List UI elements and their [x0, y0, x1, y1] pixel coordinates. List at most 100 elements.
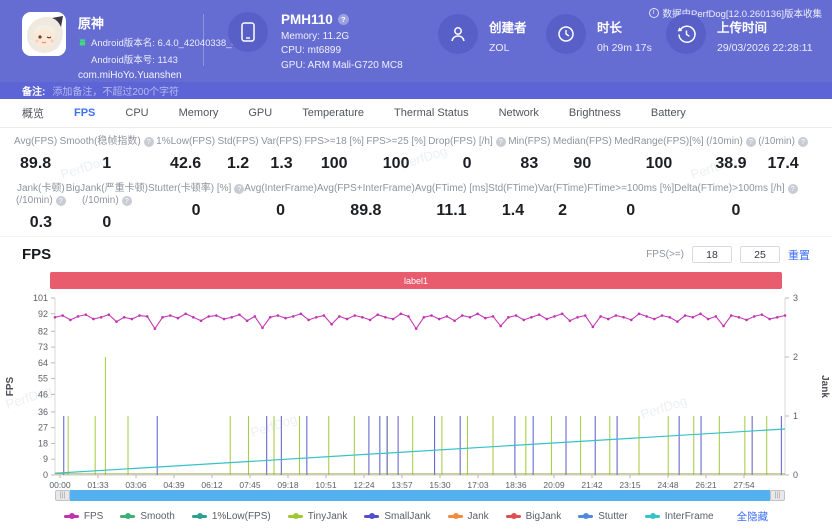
app-package: com.miHoYo.Yuanshen — [78, 70, 250, 81]
legend-marker — [364, 515, 379, 518]
stat-cell: Avg(FPS) 89.8 — [14, 136, 57, 173]
question-mark-icon[interactable]: ? — [788, 184, 798, 194]
clock-icon — [546, 14, 586, 54]
question-mark-icon[interactable]: ? — [56, 196, 66, 206]
stat-cell: Median(FPS)90 — [553, 136, 612, 173]
stat-cell: MedRange(FPS)[%]100 — [614, 136, 703, 173]
legend-label: 1%Low(FPS) — [212, 511, 271, 522]
stat-value: 42.6 — [156, 155, 215, 173]
legend-label: Smooth — [140, 511, 174, 522]
upload-time-label: 上传时间 — [717, 17, 813, 36]
legend-label: TinyJank — [308, 511, 348, 522]
svg-text:06:12: 06:12 — [201, 480, 223, 488]
app-icon — [22, 12, 66, 56]
fps-threshold-input-1[interactable] — [692, 246, 732, 263]
fps-stats-panel: Avg(FPS) 89.8Smooth(稳帧指数)?11%Low(FPS) 42.6… — [0, 128, 832, 236]
legend-label: SmallJank — [384, 511, 430, 522]
tab-network[interactable]: Network — [499, 107, 539, 119]
tab-gpu[interactable]: GPU — [248, 107, 272, 119]
duration-block: 时长 0h 29m 17s — [546, 14, 652, 54]
legend-item-smalljank[interactable]: SmallJank — [364, 511, 430, 522]
legend-marker — [506, 515, 521, 518]
tab-概览[interactable]: 概览 — [22, 105, 44, 121]
note-label: 备注: — [22, 83, 45, 98]
svg-text:10:51: 10:51 — [315, 480, 337, 488]
svg-text:23:15: 23:15 — [619, 480, 641, 488]
stat-value: 100 — [304, 155, 363, 173]
question-mark-icon[interactable]: ? — [234, 184, 244, 194]
range-handle-right grip-icon[interactable]: ||| — [770, 490, 785, 501]
stat-cell: Std(FTime)1.4 — [488, 183, 538, 232]
question-mark-icon[interactable]: ? — [144, 137, 154, 147]
stat-value: 11.1 — [415, 202, 488, 220]
stats-row-2: Jank(卡顿)(/10min)?0.3BigJank(严重卡顿)(/10min… — [0, 173, 832, 232]
question-mark-icon[interactable]: ? — [338, 14, 349, 25]
stat-value: 0 — [244, 202, 317, 220]
svg-text:101: 101 — [33, 293, 48, 303]
stat-value: 38.9 — [706, 155, 756, 173]
legend-item-interframe[interactable]: InterFrame — [645, 511, 714, 522]
stat-label: Avg(FPS) — [14, 136, 57, 148]
range-scrollbar-track[interactable] — [70, 490, 770, 501]
stat-value: 100 — [366, 155, 425, 173]
stat-value: 100 — [614, 155, 703, 173]
note-bar[interactable]: 备注: 添加备注，不超过200个字符 — [0, 82, 832, 99]
svg-text:04:39: 04:39 — [163, 480, 185, 488]
genshin-app-art — [22, 12, 66, 56]
stat-value: 17.4 — [758, 155, 808, 173]
tab-brightness[interactable]: Brightness — [569, 107, 621, 119]
stat-value: 0.3 — [16, 214, 66, 232]
stat-cell: Drop(FPS) [/h]?0 — [428, 136, 505, 173]
fps-threshold-input-2[interactable] — [740, 246, 780, 263]
legend-item-bigjank[interactable]: BigJank — [506, 511, 562, 522]
tab-fps[interactable]: FPS — [74, 107, 95, 119]
stat-cell: Var(FTime)2 — [538, 183, 587, 232]
stat-value: 0 — [66, 214, 148, 232]
report-header: i 数据由PerfDog[12.0.260136]版本收集 — [0, 0, 832, 82]
device-info-block: PMH110 ? Memory: 11.2G CPU: mt6899 GPU: … — [228, 12, 403, 71]
stat-label: 1%Low(FPS) — [156, 136, 215, 148]
svg-text:1: 1 — [793, 411, 798, 421]
question-mark-icon[interactable]: ? — [746, 137, 756, 147]
stat-label: Min(FPS) — [508, 136, 550, 148]
range-handle-left grip-icon[interactable]: ||| — [55, 490, 70, 501]
legend-label: Stutter — [598, 511, 627, 522]
duration-value: 0h 29m 17s — [597, 42, 652, 54]
legend-label: FPS — [84, 511, 103, 522]
hide-all-button[interactable]: 全隐藏 — [737, 509, 769, 524]
stat-label: Std(FPS) — [218, 136, 259, 148]
fps-section-header: FPS FPS(>=) 重置 — [0, 236, 832, 272]
tab-memory[interactable]: Memory — [179, 107, 219, 119]
stat-label: Jank(卡顿)(/10min)? — [16, 183, 66, 207]
svg-text:FPS: FPS — [5, 376, 16, 396]
svg-text:00:00: 00:00 — [49, 480, 71, 488]
stat-cell: Jank(卡顿)(/10min)? 0.3 — [16, 183, 66, 232]
legend-item-jank[interactable]: Jank — [448, 511, 489, 522]
upload-time-block: 上传时间 29/03/2026 22:28:11 — [666, 14, 813, 54]
stat-label: Stutter(卡顿率) [%]? — [148, 183, 244, 195]
stat-label: Drop(FPS) [/h]? — [428, 136, 505, 148]
question-mark-icon[interactable]: ? — [122, 196, 132, 206]
reset-button[interactable]: 重置 — [788, 247, 810, 263]
tab-battery[interactable]: Battery — [651, 107, 686, 119]
stat-value: 89.8 — [14, 155, 57, 173]
tab-thermal-status[interactable]: Thermal Status — [394, 107, 469, 119]
legend-item-1-low-fps-[interactable]: 1%Low(FPS) — [192, 511, 271, 522]
legend-marker — [64, 515, 79, 518]
chart-annotation-label: label1 — [50, 272, 782, 289]
legend-item-smooth[interactable]: Smooth — [120, 511, 174, 522]
legend-item-tinyjank[interactable]: TinyJank — [288, 511, 348, 522]
tab-temperature[interactable]: Temperature — [302, 107, 364, 119]
legend-item-stutter[interactable]: Stutter — [578, 511, 627, 522]
stat-cell: 1%Low(FPS) 42.6 — [156, 136, 215, 173]
legend-item-fps[interactable]: FPS — [64, 511, 103, 522]
tab-cpu[interactable]: CPU — [125, 107, 148, 119]
question-mark-icon[interactable]: ? — [496, 137, 506, 147]
stat-cell: (/10min)?38.9 — [706, 136, 756, 173]
stat-cell: (/10min)?17.4 — [758, 136, 808, 173]
question-mark-icon[interactable]: ? — [798, 137, 808, 147]
stat-cell: Smooth(稳帧指数)?1 — [60, 136, 154, 173]
svg-text:01:33: 01:33 — [87, 480, 109, 488]
stat-value: 0 — [674, 202, 798, 220]
svg-text:26:21: 26:21 — [695, 480, 717, 488]
